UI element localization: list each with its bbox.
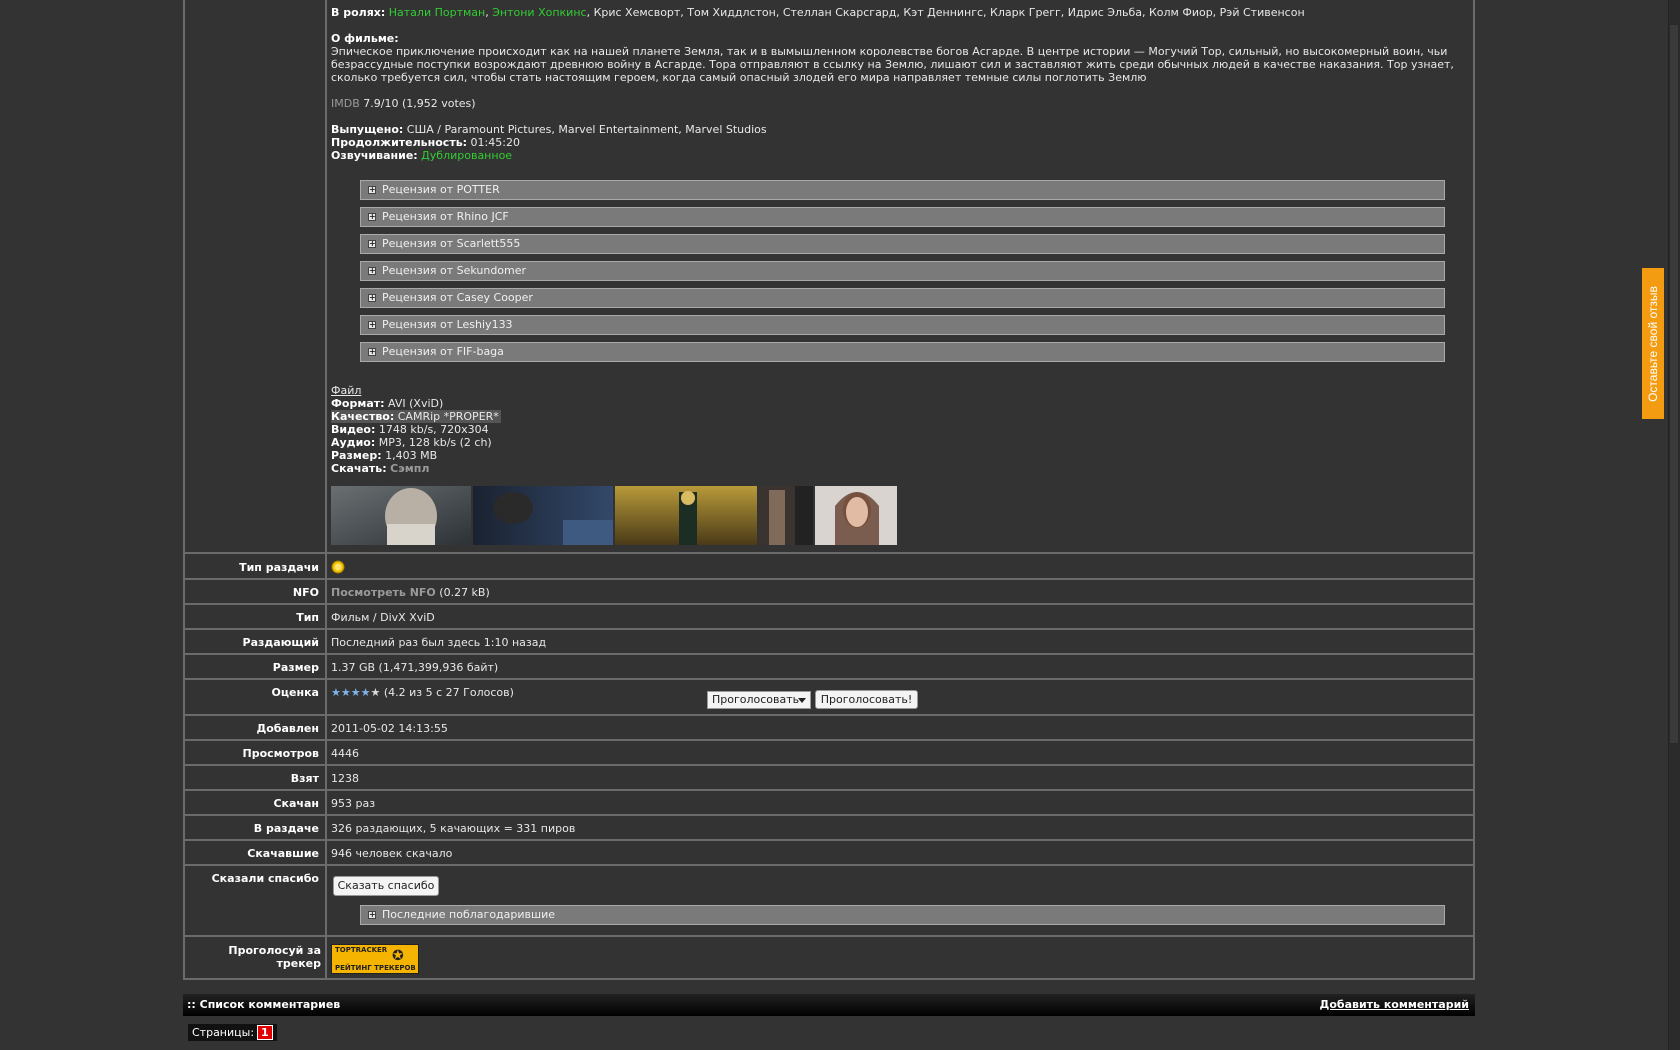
chevron-down-icon — [798, 698, 806, 703]
review-spoiler[interactable]: + Рецензия от Scarlett555 — [360, 234, 1445, 254]
review-spoiler[interactable]: + Рецензия от Sekundomer — [360, 261, 1445, 281]
expand-icon: + — [368, 185, 376, 194]
screenshot-4[interactable] — [759, 486, 813, 545]
comments-title: :: Список комментариев — [187, 998, 341, 1011]
row-size: Размер 1.37 GB (1,471,399,936 байт) — [185, 653, 1473, 678]
row-thanks: Сказали спасибо Сказать спасибо + Последн… — [185, 864, 1473, 935]
pages-label: Страницы: — [192, 1026, 255, 1039]
vote-select[interactable]: Проголосовать — [707, 691, 811, 709]
row-taken: Взят 1238 — [185, 764, 1473, 789]
row-seeding: В раздаче 326 раздающих, 5 качающих = 33… — [185, 814, 1473, 839]
page-1-link[interactable]: 1 — [257, 1025, 273, 1040]
duration-label: Продолжительность: — [331, 136, 468, 149]
row-rating: Оценка ★★★★★ (4.2 из 5 с 27 Голосов) Про… — [185, 678, 1473, 714]
review-spoiler[interactable]: + Рецензия от Leshiy133 — [360, 315, 1445, 335]
review-spoiler-label: Рецензия от FIF-baga — [382, 345, 504, 358]
row-downloaded: Скачан 953 раз — [185, 789, 1473, 814]
review-spoiler-label: Рецензия от Rhino JCF — [382, 210, 509, 223]
video-line: Видео: 1748 kb/s, 720x304 — [331, 423, 489, 436]
vote-button[interactable]: Проголосовать! — [815, 690, 918, 709]
released-value: США / Paramount Pictures, Marvel Enterta… — [403, 123, 767, 136]
duration-line: Продолжительность: 01:45:20 — [331, 136, 520, 149]
quality-line: Качество: CAMRip *PROPER* — [331, 410, 501, 423]
review-spoiler[interactable]: + Рецензия от FIF-baga — [360, 342, 1445, 362]
row-added: Добавлен 2011-05-02 14:13:55 — [185, 714, 1473, 739]
row-seeder: Раздающий Последний раз был здесь 1:10 н… — [185, 628, 1473, 653]
cast-rest: , Крис Хемсворт, Том Хиддлстон, Стеллан … — [586, 6, 1305, 19]
expand-icon: + — [368, 320, 376, 329]
download-line: Скачать: Сэмпл — [331, 462, 430, 475]
released-label: Выпущено: — [331, 123, 404, 136]
sample-link[interactable]: Сэмпл — [390, 462, 429, 475]
pagination: Страницы: 1 — [188, 1024, 277, 1041]
screenshot-5[interactable] — [815, 486, 897, 545]
expand-icon: + — [368, 212, 376, 221]
toptracker-banner[interactable]: TOPTRACKER ✪ РЕЙТИНГ ТРЕКЕРОВ — [331, 944, 419, 974]
review-spoiler-label: Рецензия от Leshiy133 — [382, 318, 513, 331]
file-heading: Файл — [331, 384, 362, 397]
add-comment-link[interactable]: Добавить комментарий — [1320, 998, 1469, 1011]
review-spoiler[interactable]: + Рецензия от Rhino JCF — [360, 207, 1445, 227]
rating-text: (4.2 из 5 с 27 Голосов) — [383, 686, 514, 699]
row-release-type: Тип раздачи — [185, 552, 1473, 578]
star-icon: ✪ — [392, 948, 404, 964]
audio-line: Аудио: MP3, 128 kb/s (2 ch) — [331, 436, 492, 449]
row-vote-tracker: Проголосуй за трекер TOPTRACKER ✪ РЕЙТИН… — [185, 935, 1473, 978]
size-line: Размер: 1,403 MB — [331, 449, 438, 462]
cast-label: В ролях: — [331, 6, 386, 19]
review-spoiler[interactable]: + Рецензия от Casey Cooper — [360, 288, 1445, 308]
review-spoiler-label: Рецензия от POTTER — [382, 183, 500, 196]
scrollbar-thumb[interactable] — [1669, 24, 1679, 744]
say-thanks-button[interactable]: Сказать спасибо — [333, 876, 439, 896]
about-label: О фильме: — [331, 32, 399, 45]
about-text: Эпическое приключение происходит как на … — [331, 45, 1454, 84]
screenshot-3[interactable] — [615, 486, 757, 545]
view-nfo-link[interactable]: Посмотреть NFO — [331, 586, 436, 599]
review-spoiler-label: Рецензия от Sekundomer — [382, 264, 527, 277]
review-spoiler[interactable]: + Рецензия от POTTER — [360, 180, 1445, 200]
gold-coin-icon — [331, 560, 345, 574]
row-nfo: NFO Посмотреть NFO (0.27 kB) — [185, 578, 1473, 603]
torrent-details-table: В ролях: Натали Портман, Энтони Хопкинс,… — [183, 0, 1475, 980]
rating-stars: ★★★★★ — [331, 686, 381, 699]
comments-header: :: Список комментариев Добавить коммента… — [183, 994, 1475, 1016]
dub-link[interactable]: Дублированное — [418, 149, 512, 162]
imdb-value: 7.9/10 (1,952 votes) — [359, 97, 476, 110]
feedback-tab[interactable]: Оставьте свой отзыв — [1642, 268, 1664, 419]
expand-icon: + — [368, 293, 376, 302]
row-views: Просмотров 4446 — [185, 739, 1473, 764]
format-line: Формат: AVI (XviD) — [331, 397, 444, 410]
cast-link-hopkins[interactable]: Энтони Хопкинс — [492, 6, 586, 19]
duration-value: 01:45:20 — [467, 136, 520, 149]
expand-icon: + — [368, 347, 376, 356]
imdb-link[interactable]: IMDB — [331, 97, 360, 110]
dub-line: Озвучивание: Дублированное — [331, 149, 512, 162]
expand-icon: + — [368, 910, 376, 919]
row-completed: Скачавшие 946 человек скачало — [185, 839, 1473, 864]
screenshot-2[interactable] — [473, 486, 613, 545]
dub-label: Озвучивание: — [331, 149, 418, 162]
screenshot-1[interactable] — [331, 486, 471, 545]
review-spoiler-label: Рецензия от Casey Cooper — [382, 291, 533, 304]
cast-link-portman[interactable]: Натали Портман — [389, 6, 485, 19]
imdb-line: IMDB 7.9/10 (1,952 votes) — [331, 97, 476, 110]
released-line: Выпущено: США / Paramount Pictures, Marv… — [331, 123, 767, 136]
expand-icon: + — [368, 266, 376, 275]
review-spoiler-label: Рецензия от Scarlett555 — [382, 237, 521, 250]
expand-icon: + — [368, 239, 376, 248]
cast-line: В ролях: Натали Портман, Энтони Хопкинс,… — [331, 6, 1305, 19]
row-kind: Тип Фильм / DivX XviD — [185, 603, 1473, 628]
last-thanked-spoiler[interactable]: + Последние поблагодарившие — [360, 905, 1445, 925]
